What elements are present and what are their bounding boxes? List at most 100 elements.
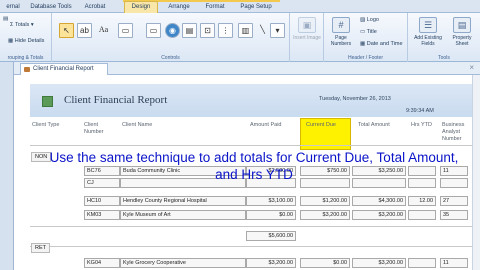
navigation-control-icon[interactable]: ▤ <box>182 23 197 38</box>
image-icon: ▣ <box>298 17 316 33</box>
document-tab-label: Client Financial Report <box>33 66 94 72</box>
date-time-button[interactable]: ▦ Date and Time <box>360 41 403 47</box>
cell-business-analyst[interactable]: 35 <box>440 210 468 220</box>
chevron-down-icon: ▾ <box>29 22 34 28</box>
cell-client-number[interactable]: HC10 <box>84 196 120 206</box>
navigation-pane-collapsed[interactable] <box>0 62 14 270</box>
tutorial-caption: Use the same technique to add totals for… <box>49 150 459 182</box>
group-sort-button[interactable]: ▤ <box>3 16 8 22</box>
page-numbers-label: Page Numbers <box>330 35 352 47</box>
group-label-header-footer: Header / Footer <box>347 55 384 61</box>
insert-image-button[interactable]: ▣ Insert Image <box>293 17 321 41</box>
property-sheet-button[interactable]: ▤ Property Sheet <box>447 17 477 47</box>
page-numbers-icon: # <box>332 17 350 33</box>
controls-group: ↖ ab Aa ▭ ▭ ◉ ▤ ⊡ ⋮ ▥ ╲ ▾ Controls <box>52 13 290 62</box>
cell-hrs-ytd[interactable]: 12.00 <box>408 196 436 206</box>
document-tab-client-financial-report[interactable]: Client Financial Report <box>20 63 108 75</box>
add-existing-fields-button[interactable]: ☰ Add Existing Fields <box>411 17 445 47</box>
column-header-hrs-ytd[interactable]: Hrs YTD <box>411 122 432 129</box>
hyperlink-globe-icon[interactable]: ◉ <box>165 23 180 38</box>
grouping-totals-group: ▤ Σ Totals ▾ ▦ Hide Details rouping & To… <box>0 13 52 62</box>
cell-client-number[interactable]: KM03 <box>84 210 120 220</box>
textbox-control-icon[interactable]: ab <box>77 23 92 38</box>
select-pointer-icon[interactable]: ↖ <box>59 23 74 38</box>
cell-amount-paid[interactable]: $3,200.00 <box>246 258 296 268</box>
cell-client-name[interactable]: Hendley County Regional Hospital <box>120 196 246 206</box>
totals-button[interactable]: Σ Totals ▾ <box>10 22 34 28</box>
column-header-amount-paid[interactable]: Amount Paid <box>250 122 282 129</box>
report-time[interactable]: 9:39:34 AM <box>406 108 434 114</box>
hide-details-button[interactable]: ▦ Hide Details <box>8 38 44 44</box>
logo-button[interactable]: ▨ Logo <box>360 17 379 23</box>
tab-acrobat[interactable]: Acrobat <box>78 2 112 13</box>
tab-page-setup[interactable]: Page Setup <box>234 2 278 13</box>
cell-client-number[interactable]: KG04 <box>84 258 120 268</box>
tab-database-tools[interactable]: Database Tools <box>28 2 74 13</box>
label-control-icon[interactable]: Aa <box>96 23 111 38</box>
cell-amount-paid[interactable]: $3,100.00 <box>246 196 296 206</box>
title-label: Title <box>366 29 377 35</box>
vertical-scrollbar[interactable] <box>472 75 480 270</box>
table-row[interactable]: KM03 Kyle Museum of Art $0.00 $3,200.00 … <box>14 210 480 220</box>
cell-total-amount[interactable]: $3,200.00 <box>352 258 406 268</box>
cell-hrs-ytd[interactable] <box>408 210 436 220</box>
column-header-total-amount[interactable]: Total Amount <box>358 122 390 129</box>
report-icon <box>24 67 30 72</box>
cell-client-name[interactable]: Kyle Grocery Cooperative <box>120 258 246 268</box>
property-sheet-icon: ▤ <box>453 17 471 33</box>
add-existing-fields-label: Add Existing Fields <box>414 35 442 47</box>
document-tab-bar: Client Financial Report × <box>14 62 480 75</box>
date-time-label: Date and Time <box>366 41 403 47</box>
more-controls-icon[interactable]: ▾ <box>270 23 285 38</box>
cell-hrs-ytd[interactable] <box>408 258 436 268</box>
chart-control-icon[interactable]: ▥ <box>238 23 253 38</box>
report-date[interactable]: Tuesday, November 26, 2013 <box>319 96 391 102</box>
table-row[interactable]: HC10 Hendley County Regional Hospital $3… <box>14 196 480 206</box>
divider-line <box>30 246 480 247</box>
page-numbers-button[interactable]: # Page Numbers <box>327 17 355 47</box>
page-break-icon[interactable]: ⋮ <box>218 23 233 38</box>
group-header-client-type[interactable]: RET <box>31 243 50 253</box>
cell-business-analyst[interactable]: 11 <box>440 258 468 268</box>
cell-current-due[interactable]: $0.00 <box>300 258 350 268</box>
ribbon-tab-bar: ernal Data Database Tools Acrobat Design… <box>0 0 480 21</box>
cell-current-due[interactable]: $3,200.00 <box>300 210 350 220</box>
table-row[interactable]: KG04 Kyle Grocery Cooperative $3,200.00 … <box>14 258 480 268</box>
column-header-client-name[interactable]: Client Name <box>122 122 152 129</box>
cell-client-name[interactable]: Kyle Museum of Art <box>120 210 246 220</box>
subtotal-amount-paid[interactable]: $5,600.00 <box>246 231 296 241</box>
tab-control-icon[interactable]: ▭ <box>146 23 161 38</box>
insert-image-group: ▣ Insert Image <box>290 13 324 62</box>
tab-external-data[interactable]: ernal Data <box>0 2 26 21</box>
title-icon: ▭ <box>360 29 367 35</box>
tab-format[interactable]: Format <box>199 2 231 13</box>
report-logo[interactable] <box>42 96 53 107</box>
column-header-client-number[interactable]: Client Number <box>84 122 114 136</box>
group-label-controls: Controls <box>161 55 180 61</box>
subtotal-row: $5,600.00 <box>14 231 480 241</box>
cell-current-due[interactable]: $1,200.00 <box>300 196 350 206</box>
hide-details-icon: ▦ <box>8 38 15 44</box>
close-icon[interactable]: × <box>469 63 474 72</box>
ribbon: ▤ Σ Totals ▾ ▦ Hide Details rouping & To… <box>0 13 480 62</box>
option-group-icon[interactable]: ⊡ <box>200 23 215 38</box>
cell-business-analyst[interactable]: 27 <box>440 196 468 206</box>
divider-line <box>30 145 480 146</box>
cell-total-amount[interactable]: $3,200.00 <box>352 210 406 220</box>
group-label-tools: Tools <box>438 55 450 61</box>
insert-image-label: Insert Image <box>293 35 321 41</box>
column-header-current-due[interactable]: Current Due <box>306 122 336 129</box>
line-control-icon[interactable]: ╲ <box>255 23 270 38</box>
tab-arrange[interactable]: Arrange <box>161 2 197 13</box>
column-header-client-type[interactable]: Client Type <box>32 122 59 129</box>
cell-amount-paid[interactable]: $0.00 <box>246 210 296 220</box>
title-button[interactable]: ▭ Title <box>360 29 377 35</box>
button-control-icon[interactable]: ▭ <box>118 23 133 38</box>
cell-total-amount[interactable]: $4,300.00 <box>352 196 406 206</box>
totals-label: Totals <box>14 22 30 28</box>
divider-line <box>30 226 480 227</box>
tools-group: ☰ Add Existing Fields ▤ Property Sheet T… <box>408 13 480 62</box>
report-title[interactable]: Client Financial Report <box>64 94 167 106</box>
group-label-grouping: rouping & Totals <box>7 55 44 61</box>
column-header-business-analyst[interactable]: Business Analyst Number <box>442 122 472 143</box>
